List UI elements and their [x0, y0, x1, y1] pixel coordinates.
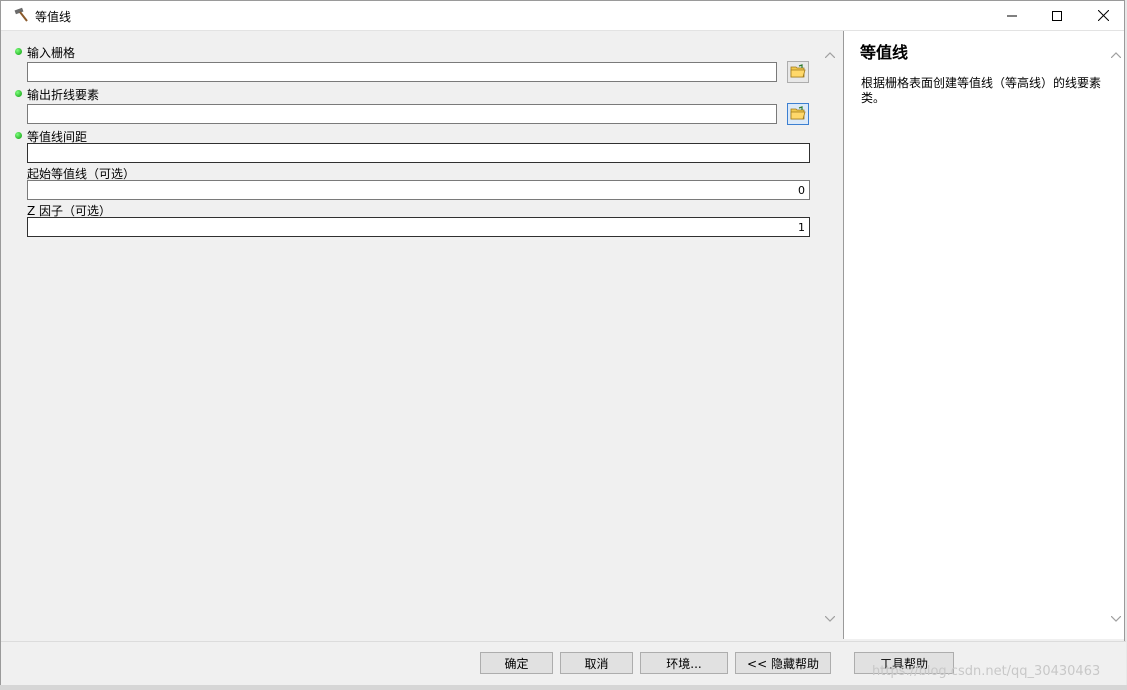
- chevron-up-icon: [824, 47, 835, 61]
- contour-interval-field[interactable]: [27, 143, 810, 163]
- help-scrollbar[interactable]: [1107, 31, 1124, 639]
- minimize-button[interactable]: [989, 1, 1035, 30]
- help-scroll-down-button[interactable]: [1107, 609, 1124, 626]
- close-button[interactable]: [1080, 1, 1126, 30]
- output-features-browse-button[interactable]: [787, 103, 809, 125]
- maximize-icon: [1052, 10, 1062, 21]
- input-raster-label: 输入栅格: [27, 46, 76, 60]
- base-contour-field[interactable]: [27, 180, 810, 200]
- required-indicator-icon: [15, 132, 22, 139]
- ok-button[interactable]: 确定: [480, 652, 553, 674]
- dialog-window: 等值线 输入栅格 输出折线要素 等值线间距 起始等值线（可选） 0 Z 因子（可…: [0, 0, 1126, 686]
- maximize-button[interactable]: [1034, 1, 1080, 30]
- output-features-field[interactable]: [27, 104, 777, 124]
- window-title: 等值线: [35, 10, 72, 24]
- required-indicator-icon: [15, 48, 22, 55]
- minimize-icon: [1007, 11, 1017, 21]
- help-scroll-up-button[interactable]: [1107, 45, 1124, 62]
- required-indicator-icon: [15, 90, 22, 97]
- environments-button[interactable]: 环境...: [640, 652, 728, 674]
- chevron-down-icon: [1110, 611, 1121, 625]
- open-folder-icon: [790, 63, 806, 81]
- input-raster-field[interactable]: [27, 62, 777, 82]
- background-strip: [0, 685, 1127, 690]
- scroll-up-button[interactable]: [821, 45, 838, 62]
- open-folder-icon: [790, 105, 806, 123]
- watermark-text: https://blog.csdn.net/qq_30430463: [872, 664, 1101, 679]
- z-factor-field[interactable]: [27, 217, 810, 237]
- hammer-icon: [13, 7, 31, 23]
- help-panel: 等值线 根据栅格表面创建等值线（等高线）的线要素类。: [843, 31, 1124, 639]
- help-description: 根据栅格表面创建等值线（等高线）的线要素类。: [861, 76, 1102, 105]
- cancel-button[interactable]: 取消: [560, 652, 633, 674]
- input-raster-browse-button[interactable]: [787, 61, 809, 83]
- hide-help-button[interactable]: << 隐藏帮助: [735, 652, 831, 674]
- output-features-label: 输出折线要素: [27, 88, 100, 102]
- chevron-down-icon: [824, 611, 835, 625]
- parameters-panel: 输入栅格 输出折线要素 等值线间距 起始等值线（可选） 0 Z 因子（可选） 1: [7, 33, 838, 639]
- close-icon: [1097, 10, 1109, 21]
- chevron-up-icon: [1110, 47, 1121, 61]
- help-title: 等值线: [860, 43, 909, 62]
- title-bar[interactable]: 等值线: [1, 1, 1124, 31]
- parameters-scrollbar[interactable]: [821, 33, 838, 639]
- scroll-down-button[interactable]: [821, 609, 838, 626]
